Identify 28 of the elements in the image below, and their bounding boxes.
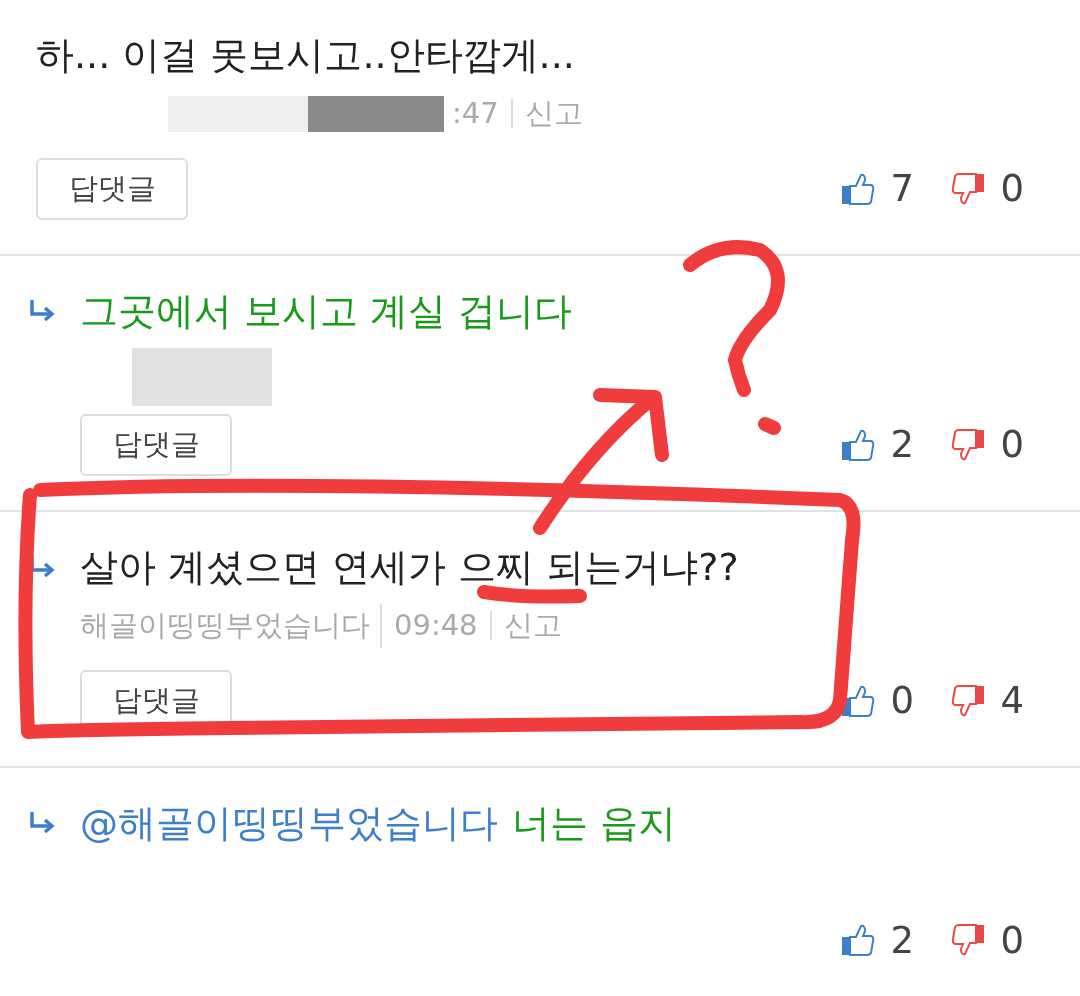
thumbs-down-icon[interactable] — [950, 683, 987, 719]
comment-time: :47 — [452, 95, 499, 132]
comment-text: 그곳에서 보시고 계실 겁니다 — [80, 288, 573, 335]
like-count: 2 — [890, 917, 915, 964]
mention-link[interactable]: @해골이띵띵부었습니다 — [80, 796, 498, 850]
thumbs-up-icon[interactable] — [840, 427, 877, 463]
comment-text: 너는 읍지 — [512, 800, 677, 847]
dislike-count: 4 — [1000, 678, 1024, 725]
author-name: 해골이띵띵부었습니다 — [80, 607, 370, 644]
like-count: 0 — [890, 678, 915, 725]
thumbs-up-icon[interactable] — [840, 683, 877, 719]
reply-button[interactable]: 답댓글 — [36, 158, 188, 220]
reply-arrow-icon — [28, 810, 56, 836]
comment-text: 하... 이걸 못보시고..안타깝게... — [36, 32, 575, 79]
like-count: 2 — [890, 422, 915, 469]
thumbs-up-icon[interactable] — [840, 171, 877, 207]
thumbs-down-icon[interactable] — [950, 427, 987, 463]
dislike-count: 0 — [1000, 422, 1024, 469]
reply-button[interactable]: 답댓글 — [80, 414, 232, 476]
dislike-count: 0 — [1000, 917, 1024, 964]
thumbs-down-icon[interactable] — [950, 171, 987, 207]
dislike-count: 0 — [1000, 166, 1024, 213]
comment-time: 09:48 — [380, 604, 478, 648]
comment-text: 살아 계셨으면 연세가 으찌 되는거냐?? — [80, 544, 739, 591]
like-count: 7 — [890, 166, 915, 213]
thumbs-up-icon[interactable] — [840, 922, 877, 959]
dot-mark — [758, 417, 781, 435]
reply-arrow-icon — [28, 298, 56, 324]
